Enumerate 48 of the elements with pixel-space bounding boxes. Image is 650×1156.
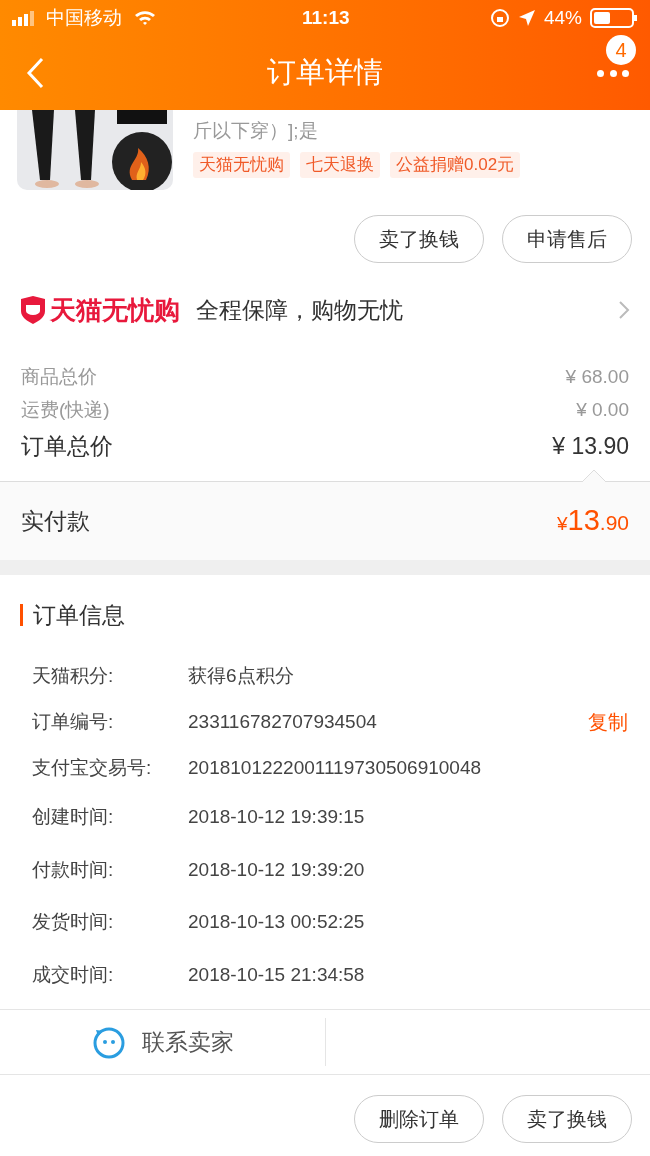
- price-value: ¥ 0.00: [576, 398, 629, 423]
- rotation-lock-icon: [489, 8, 510, 28]
- guarantee-row[interactable]: 天猫无忧购 全程保障，购物无忧: [0, 265, 650, 355]
- paid-label: 实付款: [21, 506, 90, 536]
- action-button[interactable]: 卖了换钱: [354, 215, 484, 263]
- contact-seller-button[interactable]: 联系卖家: [0, 1018, 326, 1066]
- price-value: ¥ 68.00: [565, 365, 629, 390]
- wifi-icon: [134, 10, 156, 26]
- info-value: 2018-10-13 00:52:25: [188, 910, 365, 934]
- price-label: 订单总价: [21, 431, 113, 461]
- chevron-right-icon: [618, 300, 630, 320]
- info-label: 创建时间:: [32, 805, 115, 829]
- info-label: 订单编号:: [32, 709, 115, 734]
- section-title: 订单信息: [33, 600, 125, 630]
- service-tag: 七天退换: [300, 152, 380, 178]
- location-arrow-icon: [517, 9, 536, 27]
- product-title: 斤以下穿）];是: [193, 119, 319, 143]
- shield-icon: [20, 296, 46, 324]
- clock-time: 11:13: [302, 5, 350, 30]
- info-value: 2018101222001119730506910048: [188, 755, 482, 780]
- guarantee-text: 全程保障，购物无忧: [196, 295, 403, 325]
- info-value: 2018-10-12 19:39:15: [188, 805, 365, 829]
- page-title: 订单详情: [267, 55, 383, 91]
- service-tag: 公益捐赠0.02元: [390, 152, 521, 178]
- action-button[interactable]: 删除订单: [354, 1095, 484, 1143]
- info-label: 天猫积分:: [32, 663, 115, 688]
- action-button[interactable]: 申请售后: [502, 215, 632, 263]
- price-label: 商品总价: [21, 365, 97, 390]
- back-icon: [26, 57, 44, 89]
- info-label: 发货时间:: [32, 910, 115, 934]
- battery-icon: [590, 8, 638, 28]
- guarantee-brand: 天猫无忧购: [50, 293, 180, 327]
- service-tag: 天猫无忧购: [193, 152, 290, 178]
- info-value: 获得6点积分: [188, 663, 294, 688]
- info-label: 付款时间:: [32, 857, 115, 882]
- action-button[interactable]: 卖了换钱: [502, 1095, 632, 1143]
- price-label: 运费(快递): [21, 398, 110, 423]
- notification-badge: 4: [606, 35, 636, 65]
- price-value: ¥ 13.90: [552, 431, 629, 461]
- info-value: 2018-10-12 19:39:20: [188, 857, 365, 882]
- smiley-icon: [91, 1025, 126, 1059]
- info-label: 成交时间:: [32, 962, 115, 987]
- info-value: 233116782707934504: [188, 709, 377, 734]
- battery-percent: 44%: [543, 5, 582, 30]
- paid-amount: ¥13.90: [556, 503, 629, 539]
- carrier-name: 中国移动: [46, 5, 122, 30]
- info-value: 2018-10-15 21:34:58: [188, 962, 365, 987]
- info-label: 支付宝交易号:: [32, 755, 153, 780]
